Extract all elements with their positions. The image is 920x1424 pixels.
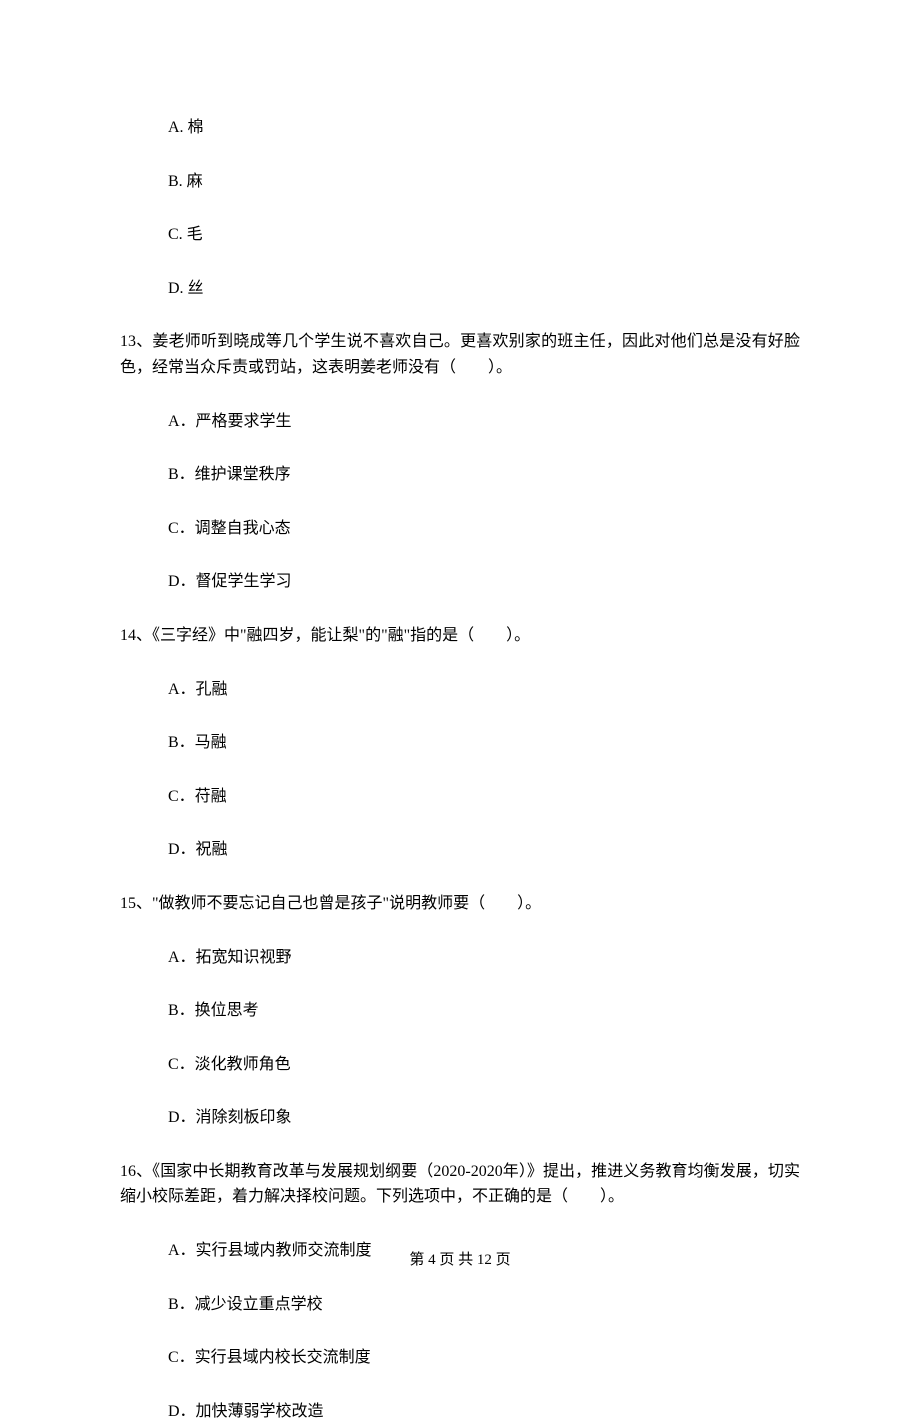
question-16: 16、《国家中长期教育改革与发展规划纲要（2020-2020年）》提出，推进义务… — [120, 1159, 800, 1210]
question-15: 15、"做教师不要忘记自己也曾是孩子"说明教师要（ ）。 — [120, 891, 800, 917]
question-14: 14、《三字经》中"融四岁，能让梨"的"融"指的是（ ）。 — [120, 623, 800, 649]
q16-option-d: D．加快薄弱学校改造 — [168, 1399, 800, 1424]
option-c: C. 毛 — [168, 222, 800, 248]
q14-option-a: A．孔融 — [168, 677, 800, 703]
q15-option-d: D．消除刻板印象 — [168, 1105, 800, 1131]
q13-option-b: B．维护课堂秩序 — [168, 462, 800, 488]
q13-option-d: D．督促学生学习 — [168, 569, 800, 595]
option-b: B. 麻 — [168, 169, 800, 195]
option-a: A. 棉 — [168, 115, 800, 141]
question-13: 13、姜老师听到晓成等几个学生说不喜欢自己。更喜欢别家的班主任，因此对他们总是没… — [120, 329, 800, 380]
q13-option-a: A．严格要求学生 — [168, 409, 800, 435]
q14-option-d: D．祝融 — [168, 837, 800, 863]
q14-option-b: B．马融 — [168, 730, 800, 756]
q14-option-c: C．苻融 — [168, 784, 800, 810]
q16-option-b: B．减少设立重点学校 — [168, 1292, 800, 1318]
q15-option-b: B．换位思考 — [168, 998, 800, 1024]
page-footer: 第 4 页 共 12 页 — [0, 1248, 920, 1272]
q15-option-a: A．拓宽知识视野 — [168, 945, 800, 971]
q15-option-c: C．淡化教师角色 — [168, 1052, 800, 1078]
q13-option-c: C．调整自我心态 — [168, 516, 800, 542]
option-d: D. 丝 — [168, 276, 800, 302]
q16-option-c: C．实行县域内校长交流制度 — [168, 1345, 800, 1371]
